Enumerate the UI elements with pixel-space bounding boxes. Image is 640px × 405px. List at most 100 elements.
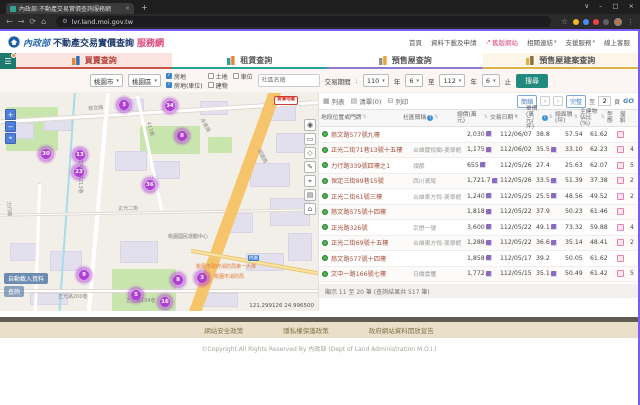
price-trend-icon[interactable] [492,178,498,184]
map-locate-icon[interactable] [322,147,328,153]
to-month-select[interactable]: 6▾ [482,74,500,87]
cluster-marker[interactable]: 36 [140,175,160,195]
sort-desc-icon[interactable]: ▼ [514,115,518,120]
cluster-marker[interactable]: 3 [114,95,134,115]
profile-avatar[interactable] [614,18,622,26]
building-type-icon[interactable] [617,208,624,215]
price-trend-icon[interactable] [486,240,492,246]
zoom-extent-button[interactable]: ⌖ [5,133,16,144]
map-query-button[interactable]: 查詢 [4,286,24,297]
site-info-icon[interactable]: ⚙ [62,18,67,25]
checkbox-box[interactable] [233,73,239,79]
checkbox-box[interactable] [208,82,214,88]
nav-item-相關連結[interactable]: 相關連結▾ [527,37,557,47]
map-tool-home-icon[interactable]: ⌂ [304,203,316,215]
table-row[interactable]: 慈文路577號十四樓1,858112/05/1739.250.0561.62 [319,251,638,267]
prev-page-button[interactable]: ‹ [540,96,550,106]
building-type-icon[interactable] [617,177,624,184]
address-link[interactable]: 文中一路166號七樓 [330,269,412,278]
price-map-button[interactable]: 實價地圖 [274,96,298,105]
price-trend-icon[interactable] [486,147,492,153]
minimize-button[interactable]: – [599,2,602,10]
map-tool-draw-icon[interactable]: ✎ [304,161,316,173]
extension-icon[interactable] [603,19,609,25]
map-canvas[interactable]: + − ⌖ 實價地圖 ◉▭◇✎⌖▤⌂ 自動載入資料 查詢 121.299126 … [0,93,318,311]
building-type-icon[interactable] [617,193,624,200]
back-button[interactable]: ← [6,18,13,26]
checkbox-房地[interactable]: ✓房地 [166,72,203,80]
address-link[interactable]: 正光路326號 [330,223,412,232]
address-link[interactable]: 慈文路575號十四樓 [330,207,412,216]
district-select[interactable]: 桃園區▾ [128,74,161,87]
view-cart-button[interactable]: ▤清單(0) [351,96,382,106]
cluster-marker[interactable]: 30 [36,144,56,164]
cluster-marker[interactable]: 8 [172,126,192,146]
footer-link-隱私權保護政策[interactable]: 隱私權保護政策 [283,325,329,335]
cluster-marker[interactable]: 23 [69,162,89,182]
table-row[interactable]: 保定三街89巷15號西川鳶尾1,721.7112/05/2633.551.393… [319,174,638,190]
building-type-icon[interactable] [617,255,624,262]
search-button[interactable]: 搜尋 [516,74,548,88]
map-locate-icon[interactable] [322,209,328,215]
sort-icon[interactable]: ⇅ [484,115,488,120]
column-header-社區簡稱[interactable]: 社區簡稱?⇅ [402,115,456,121]
print-button[interactable]: ⊟列印 [387,96,408,106]
price-trend-icon[interactable] [551,178,557,184]
map-locate-icon[interactable] [322,162,328,168]
price-trend-icon[interactable] [486,209,492,215]
side-menu-button[interactable]: ☰ [0,53,16,69]
site-logo[interactable]: 內政部不動產交易實價查詢服務網 [8,36,164,49]
zoom-in-button[interactable]: + [5,109,16,120]
price-trend-icon[interactable] [551,224,557,230]
checkbox-box[interactable] [208,73,214,79]
price-trend-icon[interactable] [551,271,557,277]
extension-icon[interactable] [573,19,579,25]
page-number-input[interactable] [598,96,611,106]
address-link[interactable]: 正光二街61號三樓 [330,192,412,201]
home-button[interactable]: ⌂ [41,18,46,26]
map-locate-icon[interactable] [322,271,328,277]
price-trend-icon[interactable] [486,271,492,277]
map-tool-locate-icon[interactable]: ◉ [304,119,316,131]
price-trend-icon[interactable] [551,240,557,246]
help-icon[interactable]: ? [427,115,433,121]
cluster-marker[interactable]: 34 [160,96,180,116]
cluster-marker[interactable]: 8 [168,270,188,290]
checkbox-建物[interactable]: 建物 [208,81,228,89]
column-header-總價(萬元)[interactable]: 總價(萬元)⇅ [456,112,489,124]
footer-link-政府網站資料開放宣告[interactable]: 政府網站資料開放宣告 [369,325,434,335]
building-type-icon[interactable] [617,270,624,277]
sort-icon[interactable]: ⇅ [574,115,578,120]
extension-icon[interactable] [593,19,599,25]
tab-買賣查詢[interactable]: 買賣查詢 [16,53,172,69]
bookmark-star-icon[interactable]: ☆ [561,18,568,26]
building-type-icon[interactable] [617,131,624,138]
building-type-icon[interactable] [617,239,624,246]
price-trend-icon[interactable] [486,224,492,230]
address-link[interactable]: 正光二街71巷13號十五樓 [330,145,412,154]
column-header-總面積(坪)[interactable]: 總面積(坪)⇅ [554,112,579,124]
city-select[interactable]: 桃園市▾ [90,74,123,87]
view-list-button[interactable]: ▦列表 [323,96,345,106]
column-header-主建物佔比(%)[interactable]: 主建物佔比(%)⇅ [579,109,606,127]
price-trend-icon[interactable] [480,162,486,168]
map-tool-center-icon[interactable]: ⌖ [304,175,316,187]
community-name-input[interactable] [258,74,320,87]
cluster-marker[interactable]: 5 [126,285,146,305]
new-tab-button[interactable]: + [141,3,148,12]
tab-close-icon[interactable]: × [125,5,130,12]
map-tool-rect-select-icon[interactable]: ▭ [304,133,316,145]
nav-item-支援服務[interactable]: 支援服務▾ [565,37,595,47]
forward-button[interactable]: → [18,18,25,26]
auto-load-button[interactable]: 自動載入資料 [4,273,48,284]
tab-預售屋查詢[interactable]: 預售屋查詢 [327,53,483,69]
maximize-button[interactable]: □ [612,2,618,10]
next-page-button[interactable]: › [553,96,563,106]
checkbox-box[interactable]: ✓ [166,73,172,79]
price-trend-icon[interactable] [486,193,492,199]
map-locate-icon[interactable] [322,255,328,261]
table-row[interactable]: 慈文路575號十四樓1,818112/05/2237.950.2361.46 [319,205,638,221]
map-locate-icon[interactable] [322,178,328,184]
price-trend-icon[interactable] [486,131,492,137]
cluster-marker[interactable]: 16 [155,292,175,311]
